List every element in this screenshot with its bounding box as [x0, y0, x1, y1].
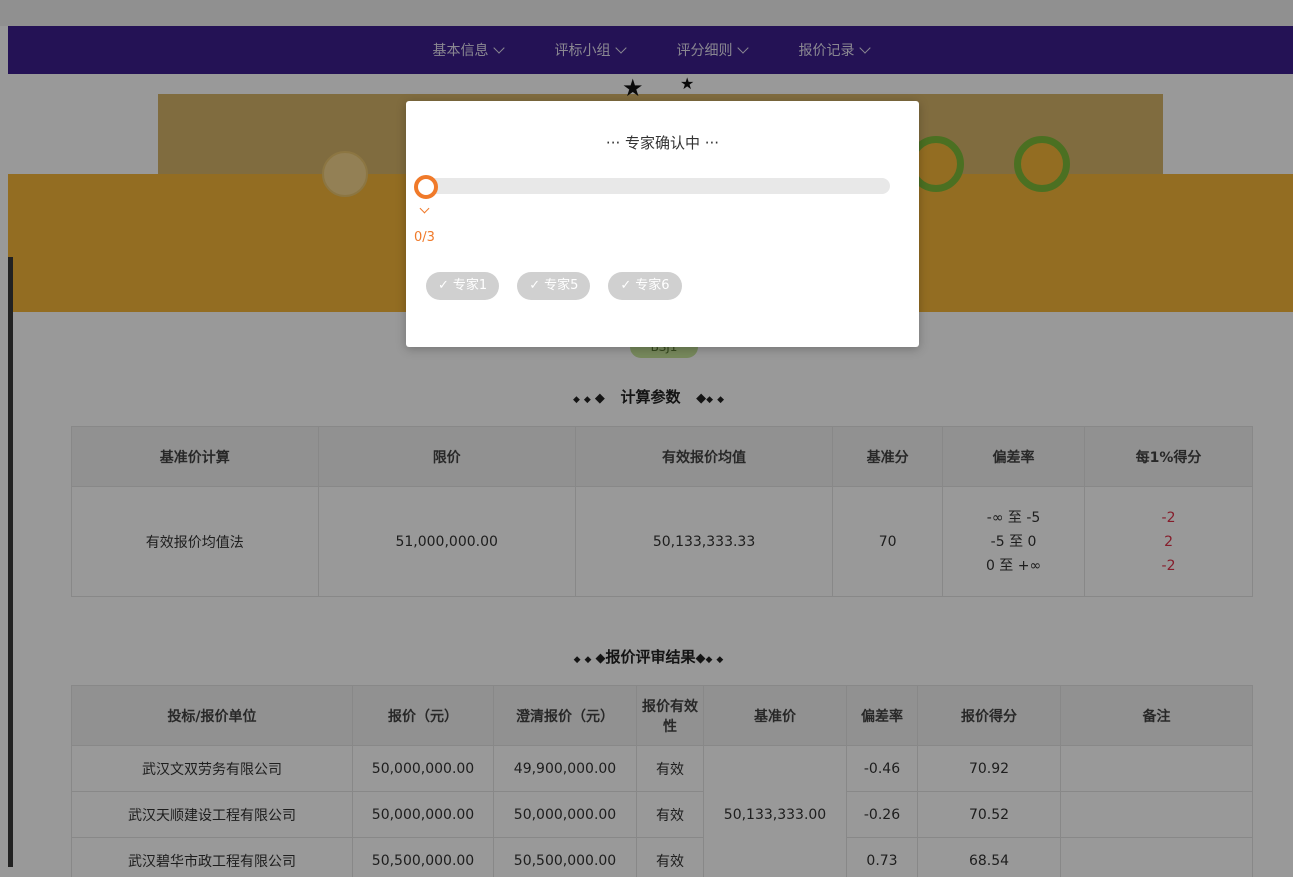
expert-tag: ✓ 专家1 — [426, 272, 500, 300]
dialog-title: ··· 专家确认中 ··· — [605, 134, 720, 152]
check-icon: ✓ — [438, 278, 449, 293]
expert-name: 专家6 — [635, 278, 670, 293]
expert-name: 专家5 — [544, 278, 579, 293]
progress-track — [422, 178, 890, 194]
expert-list: ✓ 专家1 ✓ 专家5 ✓ 专家6 — [426, 272, 682, 300]
progress-thumb — [414, 175, 438, 199]
check-icon: ✓ — [529, 278, 541, 293]
expert-name: 专家1 — [452, 278, 488, 293]
expert-tag: ✓ 专家5 — [517, 272, 591, 300]
check-icon: ✓ — [620, 278, 632, 293]
expert-confirm-dialog: ··· 专家确认中 ··· 0/3 ✓ 专家1 ✓ 专家5 ✓ 专家6 — [406, 101, 919, 347]
progress-count: 0/3 — [414, 230, 435, 245]
chevron-down-icon — [419, 203, 430, 214]
expert-tag: ✓ 专家6 — [608, 272, 682, 300]
